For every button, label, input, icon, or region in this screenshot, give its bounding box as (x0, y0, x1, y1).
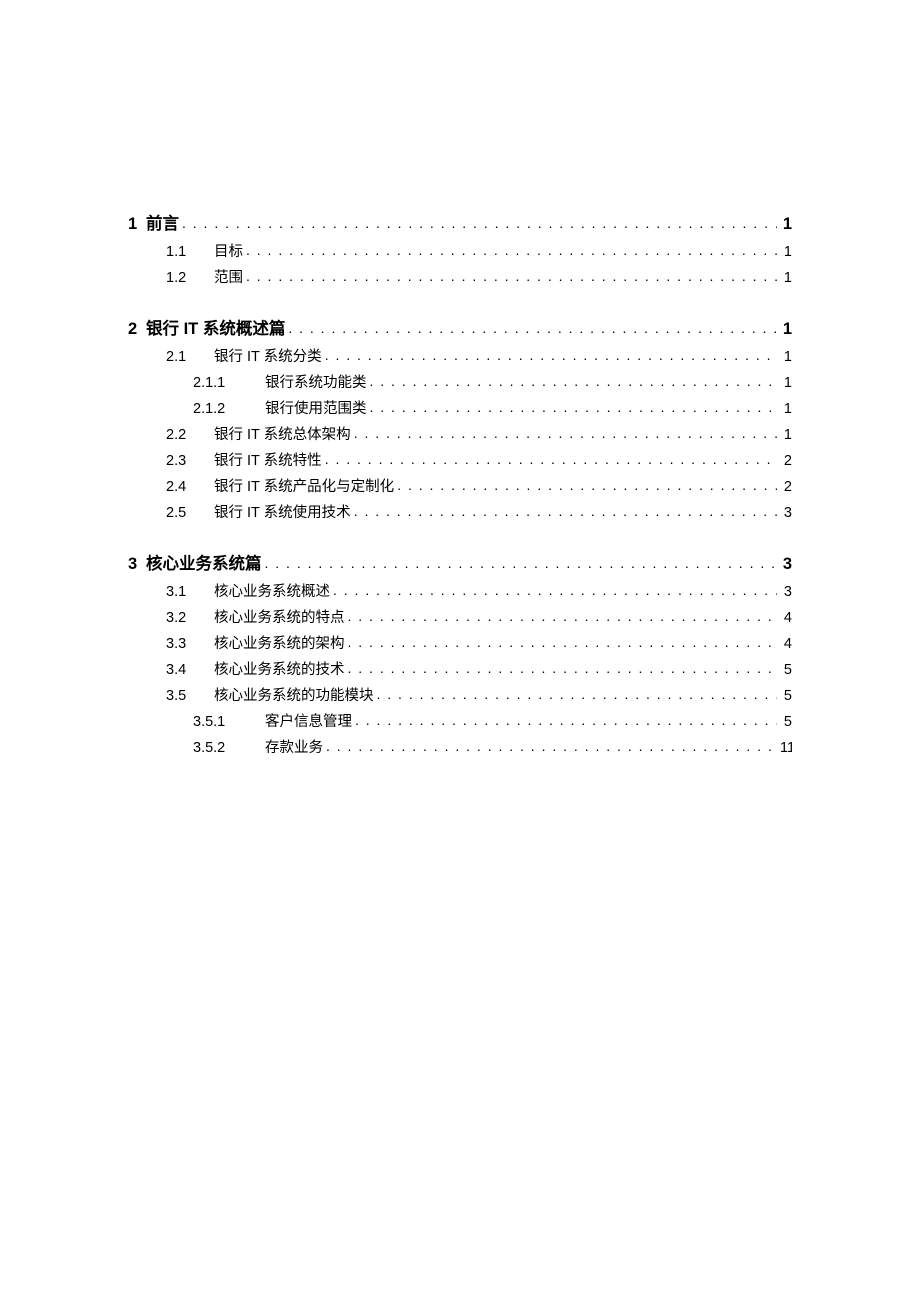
toc-leader (354, 425, 777, 441)
toc-title: 核心业务系统的特点 (214, 606, 345, 627)
toc-leader (246, 268, 777, 284)
toc-leader (355, 712, 777, 728)
toc-page: 1 (780, 349, 792, 365)
toc-page: 1 (780, 375, 792, 391)
toc-leader (246, 242, 777, 258)
toc-entry[interactable]: 3.1核心业务系统概述 3 (128, 580, 792, 601)
toc-entry[interactable]: 3.3核心业务系统的架构 4 (128, 632, 792, 653)
toc-page: 1 (780, 215, 792, 234)
toc-leader (325, 347, 777, 363)
toc-entry[interactable]: 1.1目标 1 (128, 240, 792, 261)
toc-page: 1 (780, 401, 792, 417)
toc-leader (370, 373, 778, 389)
toc-entry[interactable]: 2.3银行 IT 系统特性 2 (128, 449, 792, 470)
toc-leader (326, 738, 777, 754)
toc-number: 2.1.1 (193, 375, 265, 391)
toc-number: 3.3 (166, 636, 214, 652)
toc-title: 核心业务系统的技术 (214, 658, 345, 679)
toc-title: 范围 (214, 266, 243, 287)
toc-number: 2.1 (166, 349, 214, 365)
toc-number: 2.1.2 (193, 401, 265, 417)
toc-entry[interactable]: 2银行 IT 系统概述篇 1 (128, 315, 792, 339)
toc-leader (182, 215, 777, 231)
toc-page: 11 (780, 740, 792, 756)
toc-page: 1 (780, 320, 792, 339)
toc-page: 3 (780, 584, 792, 600)
toc-leader (397, 477, 777, 493)
toc-title: 客户信息管理 (265, 710, 352, 731)
toc-title: 银行 IT 系统特性 (214, 449, 322, 470)
toc-number: 2.5 (166, 505, 214, 521)
toc-title: 银行 IT 系统分类 (214, 345, 322, 366)
toc-title: 银行使用范围类 (265, 397, 367, 418)
toc-number: 2 (128, 320, 142, 339)
toc-entry[interactable]: 3.2核心业务系统的特点 4 (128, 606, 792, 627)
toc-number: 2.4 (166, 479, 214, 495)
toc-number: 2.3 (166, 453, 214, 469)
toc-number: 3.5.2 (193, 740, 265, 756)
toc-leader (288, 320, 777, 336)
toc-leader (348, 660, 778, 676)
toc-title: 存款业务 (265, 736, 323, 757)
toc-page: 5 (780, 688, 792, 704)
toc-entry[interactable]: 3.5.1客户信息管理 5 (128, 710, 792, 731)
toc-entry[interactable]: 2.4银行 IT 系统产品化与定制化 2 (128, 475, 792, 496)
toc-number: 1 (128, 215, 142, 234)
toc-title: 前言 (146, 210, 179, 234)
toc-title: 目标 (214, 240, 243, 261)
toc-number: 2.2 (166, 427, 214, 443)
toc-title: 核心业务系统的架构 (214, 632, 345, 653)
toc-page: 3 (780, 555, 792, 574)
toc-title: 银行系统功能类 (265, 371, 367, 392)
toc-title: 银行 IT 系统总体架构 (214, 423, 351, 444)
toc-entry[interactable]: 2.1银行 IT 系统分类 1 (128, 345, 792, 366)
toc-number: 3 (128, 555, 142, 574)
toc-entry[interactable]: 2.1.2银行使用范围类 1 (128, 397, 792, 418)
toc-page: 1 (780, 270, 792, 286)
toc-leader (370, 399, 778, 415)
toc-title: 银行 IT 系统产品化与定制化 (214, 475, 394, 496)
toc-page: 2 (780, 479, 792, 495)
toc-leader (348, 634, 778, 650)
toc-entry[interactable]: 2.2银行 IT 系统总体架构 1 (128, 423, 792, 444)
toc-title: 核心业务系统概述 (214, 580, 330, 601)
toc-number: 1.1 (166, 244, 214, 260)
toc-number: 1.2 (166, 270, 214, 286)
toc-leader (333, 582, 777, 598)
toc-leader (354, 503, 777, 519)
toc-entry[interactable]: 3核心业务系统篇3 (128, 550, 792, 574)
table-of-contents: 1前言11.1目标11.2范围12银行 IT 系统概述篇12.1银行 IT 系统… (128, 210, 792, 757)
toc-leader (265, 555, 778, 571)
toc-entry[interactable]: 2.5银行 IT 系统使用技术 3 (128, 501, 792, 522)
toc-entry[interactable]: 2.1.1银行系统功能类 1 (128, 371, 792, 392)
toc-entry[interactable]: 1.2范围 1 (128, 266, 792, 287)
toc-number: 3.1 (166, 584, 214, 600)
toc-entry[interactable]: 3.5.2存款业务 11 (128, 736, 792, 757)
toc-number: 3.2 (166, 610, 214, 626)
toc-page: 2 (780, 453, 792, 469)
toc-leader (348, 608, 778, 624)
toc-page: 4 (780, 636, 792, 652)
toc-entry[interactable]: 3.5核心业务系统的功能模块 5 (128, 684, 792, 705)
toc-page: 5 (780, 662, 792, 678)
toc-entry[interactable]: 3.4核心业务系统的技术 5 (128, 658, 792, 679)
toc-page: 3 (780, 505, 792, 521)
toc-page: 1 (780, 244, 792, 260)
toc-leader (325, 451, 777, 467)
toc-entry[interactable]: 1前言1 (128, 210, 792, 234)
toc-number: 3.5 (166, 688, 214, 704)
toc-title: 核心业务系统的功能模块 (214, 684, 374, 705)
toc-page: 4 (780, 610, 792, 626)
toc-page: 5 (780, 714, 792, 730)
toc-number: 3.5.1 (193, 714, 265, 730)
toc-title: 银行 IT 系统概述篇 (146, 315, 285, 339)
toc-title: 核心业务系统篇 (146, 550, 262, 574)
toc-title: 银行 IT 系统使用技术 (214, 501, 351, 522)
toc-number: 3.4 (166, 662, 214, 678)
toc-leader (377, 686, 778, 702)
toc-page: 1 (780, 427, 792, 443)
